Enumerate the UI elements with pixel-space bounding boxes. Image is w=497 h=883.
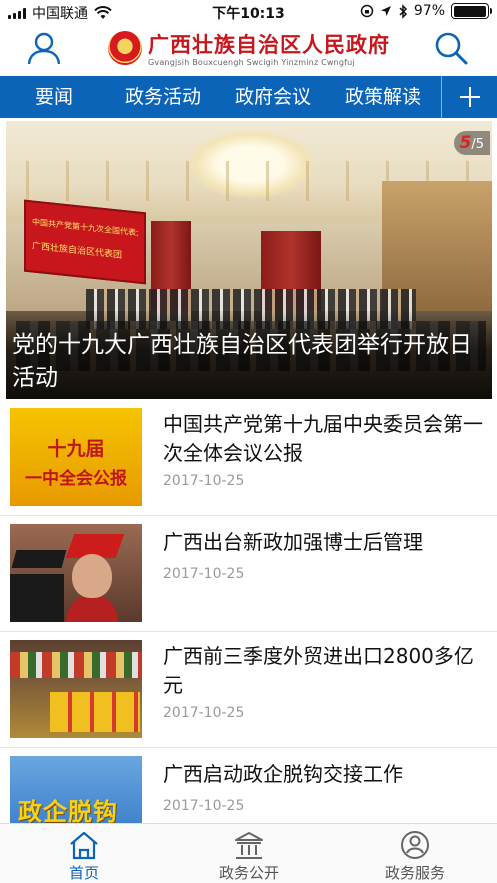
hero-carousel[interactable]: 中国共产党第十九次全国代表大会 广西壮族自治区代表团 5/5 党的十九大广西壮族…	[6, 121, 492, 399]
battery-icon	[451, 3, 492, 19]
tab-news[interactable]: 要闻	[0, 76, 108, 118]
bluetooth-icon	[399, 3, 407, 19]
news-item[interactable]: 广西出台新政加强博士后管理 2017-10-25	[0, 516, 497, 632]
carousel-total: /5	[471, 137, 484, 152]
tab-government-services-label: 政务服务	[384, 864, 445, 882]
status-right: 97%	[360, 3, 492, 19]
tab-government-services[interactable]: 政务服务	[355, 824, 475, 883]
news-date: 2017-10-25	[163, 705, 245, 721]
news-thumbnail	[10, 524, 142, 622]
hero-title[interactable]: 党的十九大广西壮族自治区代表团举行开放日活动	[12, 329, 484, 395]
tab-government-meetings[interactable]: 政府会议	[218, 76, 328, 118]
news-item[interactable]: 广西前三季度外贸进出口2800多亿元 2017-10-25	[0, 632, 497, 748]
carousel-counter: 5/5	[453, 131, 490, 155]
site-brand: 广西壮族自治区人民政府 Gvangjsih Bouxcuengh Swcigih…	[108, 29, 398, 73]
status-bar: 中国联通 下午10:13 97%	[0, 0, 497, 24]
service-icon	[401, 831, 429, 859]
tab-government-activities[interactable]: 政务活动	[108, 76, 218, 118]
building-icon	[235, 832, 263, 859]
news-item[interactable]: 十九届 一中全会公报 中国共产党第十九届中央委员会第一次全体会议公报 2017-…	[0, 400, 497, 516]
news-title: 广西前三季度外贸进出口2800多亿元	[163, 644, 474, 697]
tab-government-affairs[interactable]: 政务公开	[189, 824, 309, 883]
news-thumbnail: 十九届 一中全会公报	[10, 408, 142, 506]
site-subtitle: Gvangjsih Bouxcuengh Swcigih Yinzminz Cw…	[148, 58, 355, 67]
user-icon[interactable]	[26, 30, 62, 66]
hero-red-banner: 中国共产党第十九次全国代表大会 广西壮族自治区代表团	[24, 199, 146, 285]
news-date: 2017-10-25	[163, 566, 245, 582]
bottom-tab-bar: 首页 政务公开 政务服务	[0, 823, 497, 883]
news-title: 中国共产党第十九届中央委员会第一次全体会议公报	[163, 412, 483, 465]
category-tabs: 要闻 政务活动 政府会议 政策解读	[0, 76, 497, 118]
location-icon	[380, 6, 391, 16]
battery-percent: 97%	[413, 3, 445, 19]
search-icon[interactable]	[433, 30, 469, 66]
app-header: 广西壮族自治区人民政府 Gvangjsih Bouxcuengh Swcigih…	[0, 24, 497, 76]
tab-home-label: 首页	[68, 864, 99, 882]
news-thumbnail	[10, 640, 142, 738]
tab-policy-interpretation[interactable]: 政策解读	[328, 76, 438, 118]
news-title: 广西启动政企脱钩交接工作	[163, 762, 403, 786]
carousel-current: 5	[459, 133, 472, 153]
national-emblem-icon	[108, 31, 142, 65]
site-title: 广西壮族自治区人民政府	[148, 32, 390, 57]
home-icon	[70, 831, 98, 860]
news-date: 2017-10-25	[163, 473, 245, 489]
news-title: 广西出台新政加强博士后管理	[163, 530, 423, 554]
news-date: 2017-10-25	[163, 798, 245, 814]
tab-home[interactable]: 首页	[24, 824, 144, 883]
rotation-lock-icon	[360, 4, 374, 18]
tab-government-affairs-label: 政务公开	[218, 864, 279, 882]
add-tab-button[interactable]	[441, 76, 497, 118]
